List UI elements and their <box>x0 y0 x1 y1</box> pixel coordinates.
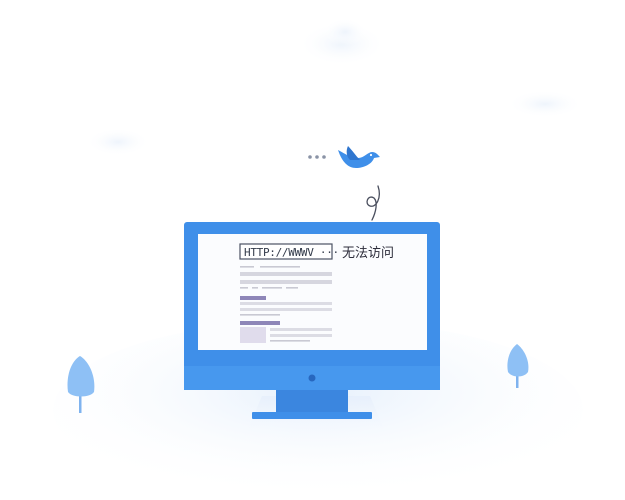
cloud-icon <box>298 18 386 66</box>
bird-string <box>366 185 380 221</box>
error-message: 无法访问 <box>342 246 394 261</box>
cloud-icon <box>86 128 150 156</box>
unable-to-access-illustration: HTTP://WWWV ··· 无法访问 <box>53 18 583 500</box>
cloud-icon <box>507 90 583 118</box>
ellipsis-icon <box>308 155 326 159</box>
browser-screen: HTTP://WWWV ··· 无法访问 <box>198 234 427 350</box>
url-text: HTTP://WWWV ··· <box>244 246 339 259</box>
bird-icon <box>338 146 380 168</box>
address-bar: HTTP://WWWV ··· <box>239 243 339 260</box>
monitor: HTTP://WWWV ··· 无法访问 <box>184 222 440 419</box>
